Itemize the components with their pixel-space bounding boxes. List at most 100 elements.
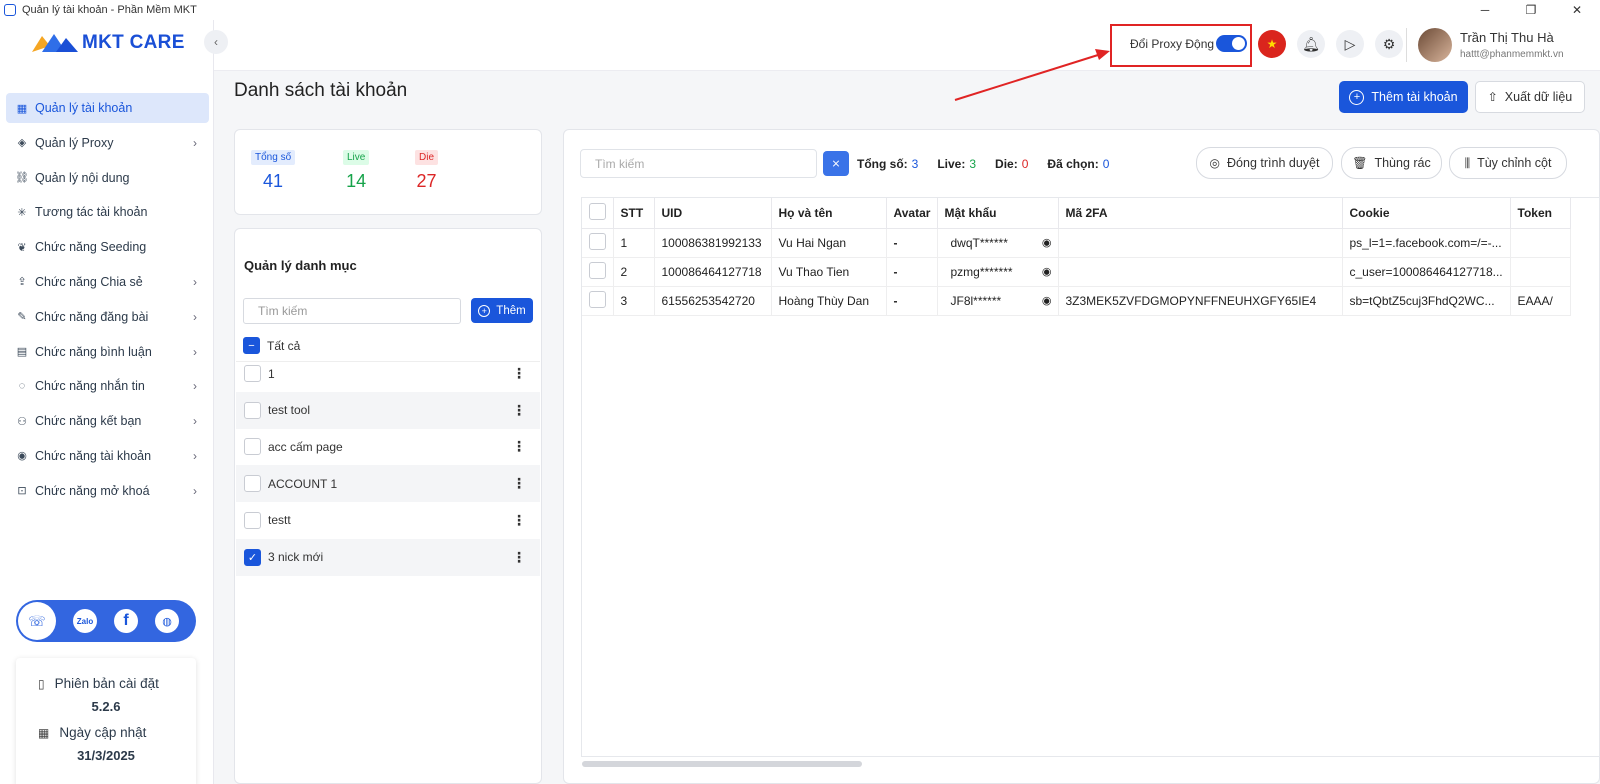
- horizontal-scrollbar[interactable]: [582, 761, 862, 767]
- count-die-value: 0: [1021, 157, 1029, 171]
- column-header[interactable]: Cookie: [1342, 198, 1511, 229]
- chevron-right-icon: ›: [193, 344, 197, 359]
- sidebar-item-9[interactable]: ⚇ Chức năng kết bạn ›: [6, 406, 209, 436]
- more-options-icon[interactable]: ⋮: [512, 438, 526, 455]
- gear-icon[interactable]: ⚙: [1375, 30, 1403, 58]
- more-options-icon[interactable]: ⋮: [512, 365, 526, 382]
- logo-text: MKT CARE: [82, 32, 185, 53]
- version-value: 5.2.6: [91, 699, 121, 714]
- sidebar-item-2[interactable]: ⛓ Quản lý nội dung: [6, 163, 209, 193]
- account-search-input[interactable]: Tìm kiếm: [580, 149, 817, 178]
- device-icon: ▯: [38, 676, 45, 691]
- count-total-label: Tổng số:: [857, 157, 908, 171]
- category-row[interactable]: test tool ⋮: [236, 391, 540, 429]
- more-options-icon[interactable]: ⋮: [512, 475, 526, 492]
- sidebar-item-1[interactable]: ◈ Quản lý Proxy ›: [6, 128, 209, 158]
- sidebar-item-0[interactable]: ▦ Quản lý tài khoản: [6, 93, 209, 123]
- eye-icon[interactable]: ◉: [1042, 265, 1052, 278]
- cell-name: Vu Hai Ngan: [771, 228, 887, 258]
- table-row[interactable]: 2 100086464127718 Vu Thao Tien - pzmg*******…: [582, 257, 1571, 287]
- sidebar-item-7[interactable]: ▤ Chức năng bình luận ›: [6, 337, 209, 367]
- facebook-icon[interactable]: f: [114, 609, 138, 633]
- live-badge: Live: [343, 150, 370, 165]
- restore-button[interactable]: ❐: [1508, 0, 1554, 20]
- column-header[interactable]: UID: [654, 198, 772, 229]
- category-row[interactable]: ACCOUNT 1 ⋮: [236, 465, 540, 503]
- table-row[interactable]: 1 100086381992133 Vu Hai Ngan - dwqT****** ◉ p…: [582, 228, 1571, 258]
- row-checkbox[interactable]: [589, 261, 606, 279]
- select-all-checkbox[interactable]: −: [243, 337, 260, 354]
- column-header[interactable]: Họ và tên: [771, 198, 887, 229]
- zalo-icon[interactable]: Zalo: [73, 609, 97, 633]
- sidebar-item-5[interactable]: ⇪ Chức năng Chia sẻ ›: [6, 267, 209, 297]
- category-checkbox[interactable]: [244, 511, 261, 529]
- export-button[interactable]: ⇧ Xuất dữ liệu: [1475, 81, 1585, 113]
- category-checkbox[interactable]: [244, 438, 261, 456]
- category-checkbox[interactable]: [244, 475, 261, 493]
- more-options-icon[interactable]: ⋮: [512, 402, 526, 419]
- sidebar-item-4[interactable]: ❦ Chức năng Seeding: [6, 232, 209, 262]
- add-account-button[interactable]: + Thêm tài khoản: [1339, 81, 1468, 113]
- globe-icon[interactable]: ◍: [155, 609, 179, 633]
- sidebar-item-8[interactable]: ◌ Chức năng nhắn tin ›: [6, 371, 209, 401]
- collapse-sidebar-button[interactable]: ‹: [204, 30, 228, 54]
- close-window-button[interactable]: ✕: [1554, 0, 1600, 20]
- table-header-row: STT UID Họ và tên Avatar Mật khẩu Mã 2FA Cooki…: [582, 198, 1571, 229]
- header-checkbox[interactable]: [589, 202, 606, 220]
- more-options-icon[interactable]: ⋮: [512, 512, 526, 529]
- column-header[interactable]: Avatar: [886, 198, 938, 229]
- cell-token: EAAA/: [1510, 286, 1571, 316]
- clear-filter-icon[interactable]: ⨯: [823, 151, 849, 176]
- play-icon[interactable]: ▷: [1336, 30, 1364, 58]
- cell-cookie: ps_l=1=.facebook.com=/=-...: [1342, 228, 1511, 258]
- add-friend-icon: ⚇: [17, 415, 27, 428]
- die-value: 27: [416, 171, 437, 191]
- bell-icon[interactable]: 🔔︎: [1297, 30, 1325, 58]
- sidebar-item-6[interactable]: ✎ Chức năng đăng bài ›: [6, 302, 209, 332]
- minimize-button[interactable]: ─: [1462, 0, 1508, 20]
- row-checkbox[interactable]: [589, 290, 606, 308]
- calendar-icon: ▦: [38, 725, 50, 740]
- more-options-icon[interactable]: ⋮: [512, 549, 526, 566]
- eye-icon[interactable]: ◉: [1042, 294, 1052, 307]
- stats-card: Tổng số 41 Live 14 Die 27: [234, 129, 542, 215]
- column-header[interactable]: Mã 2FA: [1058, 198, 1343, 229]
- logo: MKT CARE: [32, 30, 185, 56]
- category-row[interactable]: acc cấm page ⋮: [236, 428, 540, 465]
- sidebar-item-11[interactable]: ⊡ Chức năng mở khoá ›: [6, 476, 209, 506]
- sidebar-item-3[interactable]: ✳ Tương tác tài khoản: [6, 197, 209, 227]
- eye-icon[interactable]: ◉: [1042, 236, 1052, 249]
- sidebar: MKT CARE ▦ Quản lý tài khoản ◈ Quản lý Prox…: [0, 20, 214, 784]
- proxy-toggle[interactable]: [1216, 35, 1247, 52]
- chevron-right-icon: ›: [193, 274, 197, 289]
- cell-uid: 100086381992133: [654, 228, 772, 258]
- column-header[interactable]: STT: [613, 198, 655, 229]
- row-checkbox[interactable]: [589, 232, 606, 250]
- category-row[interactable]: testt ⋮: [236, 502, 540, 539]
- column-header[interactable]: Mật khẩu: [937, 198, 1059, 229]
- version-label: Phiên bản cài đặt: [54, 676, 159, 691]
- vietnam-flag-icon[interactable]: ★: [1258, 30, 1286, 58]
- chevron-right-icon: ›: [193, 448, 197, 463]
- avatar[interactable]: [1418, 28, 1452, 62]
- table-row[interactable]: 3 61556253542720 Hoàng Thùy Dan - JF8l******…: [582, 286, 1571, 316]
- category-row[interactable]: 1 ⋮: [236, 355, 540, 392]
- category-row[interactable]: ✓ 3 nick mới ⋮: [236, 538, 540, 576]
- category-checkbox[interactable]: [244, 401, 261, 419]
- customize-columns-button[interactable]: ⫼ Tùy chỉnh cột: [1449, 147, 1567, 179]
- category-checkbox[interactable]: ✓: [244, 548, 261, 566]
- window-title: Quản lý tài khoản - Phần Mềm MKT: [22, 4, 197, 16]
- window-titlebar: Quản lý tài khoản - Phần Mềm MKT ─ ❐ ✕: [0, 0, 1600, 20]
- trash-button[interactable]: 🗑︎ Thùng rác: [1341, 147, 1442, 179]
- count-total-value: 3: [911, 157, 919, 171]
- add-category-button[interactable]: + Thêm: [471, 298, 533, 323]
- column-header[interactable]: Token: [1510, 198, 1571, 229]
- support-icon[interactable]: ☏: [18, 602, 56, 640]
- category-search-input[interactable]: Tìm kiếm: [243, 298, 461, 324]
- select-all-row[interactable]: − Tất cả: [243, 337, 300, 354]
- close-browser-button[interactable]: ◎ Đóng trình duyệt: [1196, 147, 1333, 179]
- row-checkbox-cell: [582, 228, 614, 258]
- category-checkbox[interactable]: [244, 365, 261, 382]
- chevron-right-icon: ›: [193, 414, 197, 429]
- sidebar-item-10[interactable]: ◉ Chức năng tài khoản ›: [6, 441, 209, 471]
